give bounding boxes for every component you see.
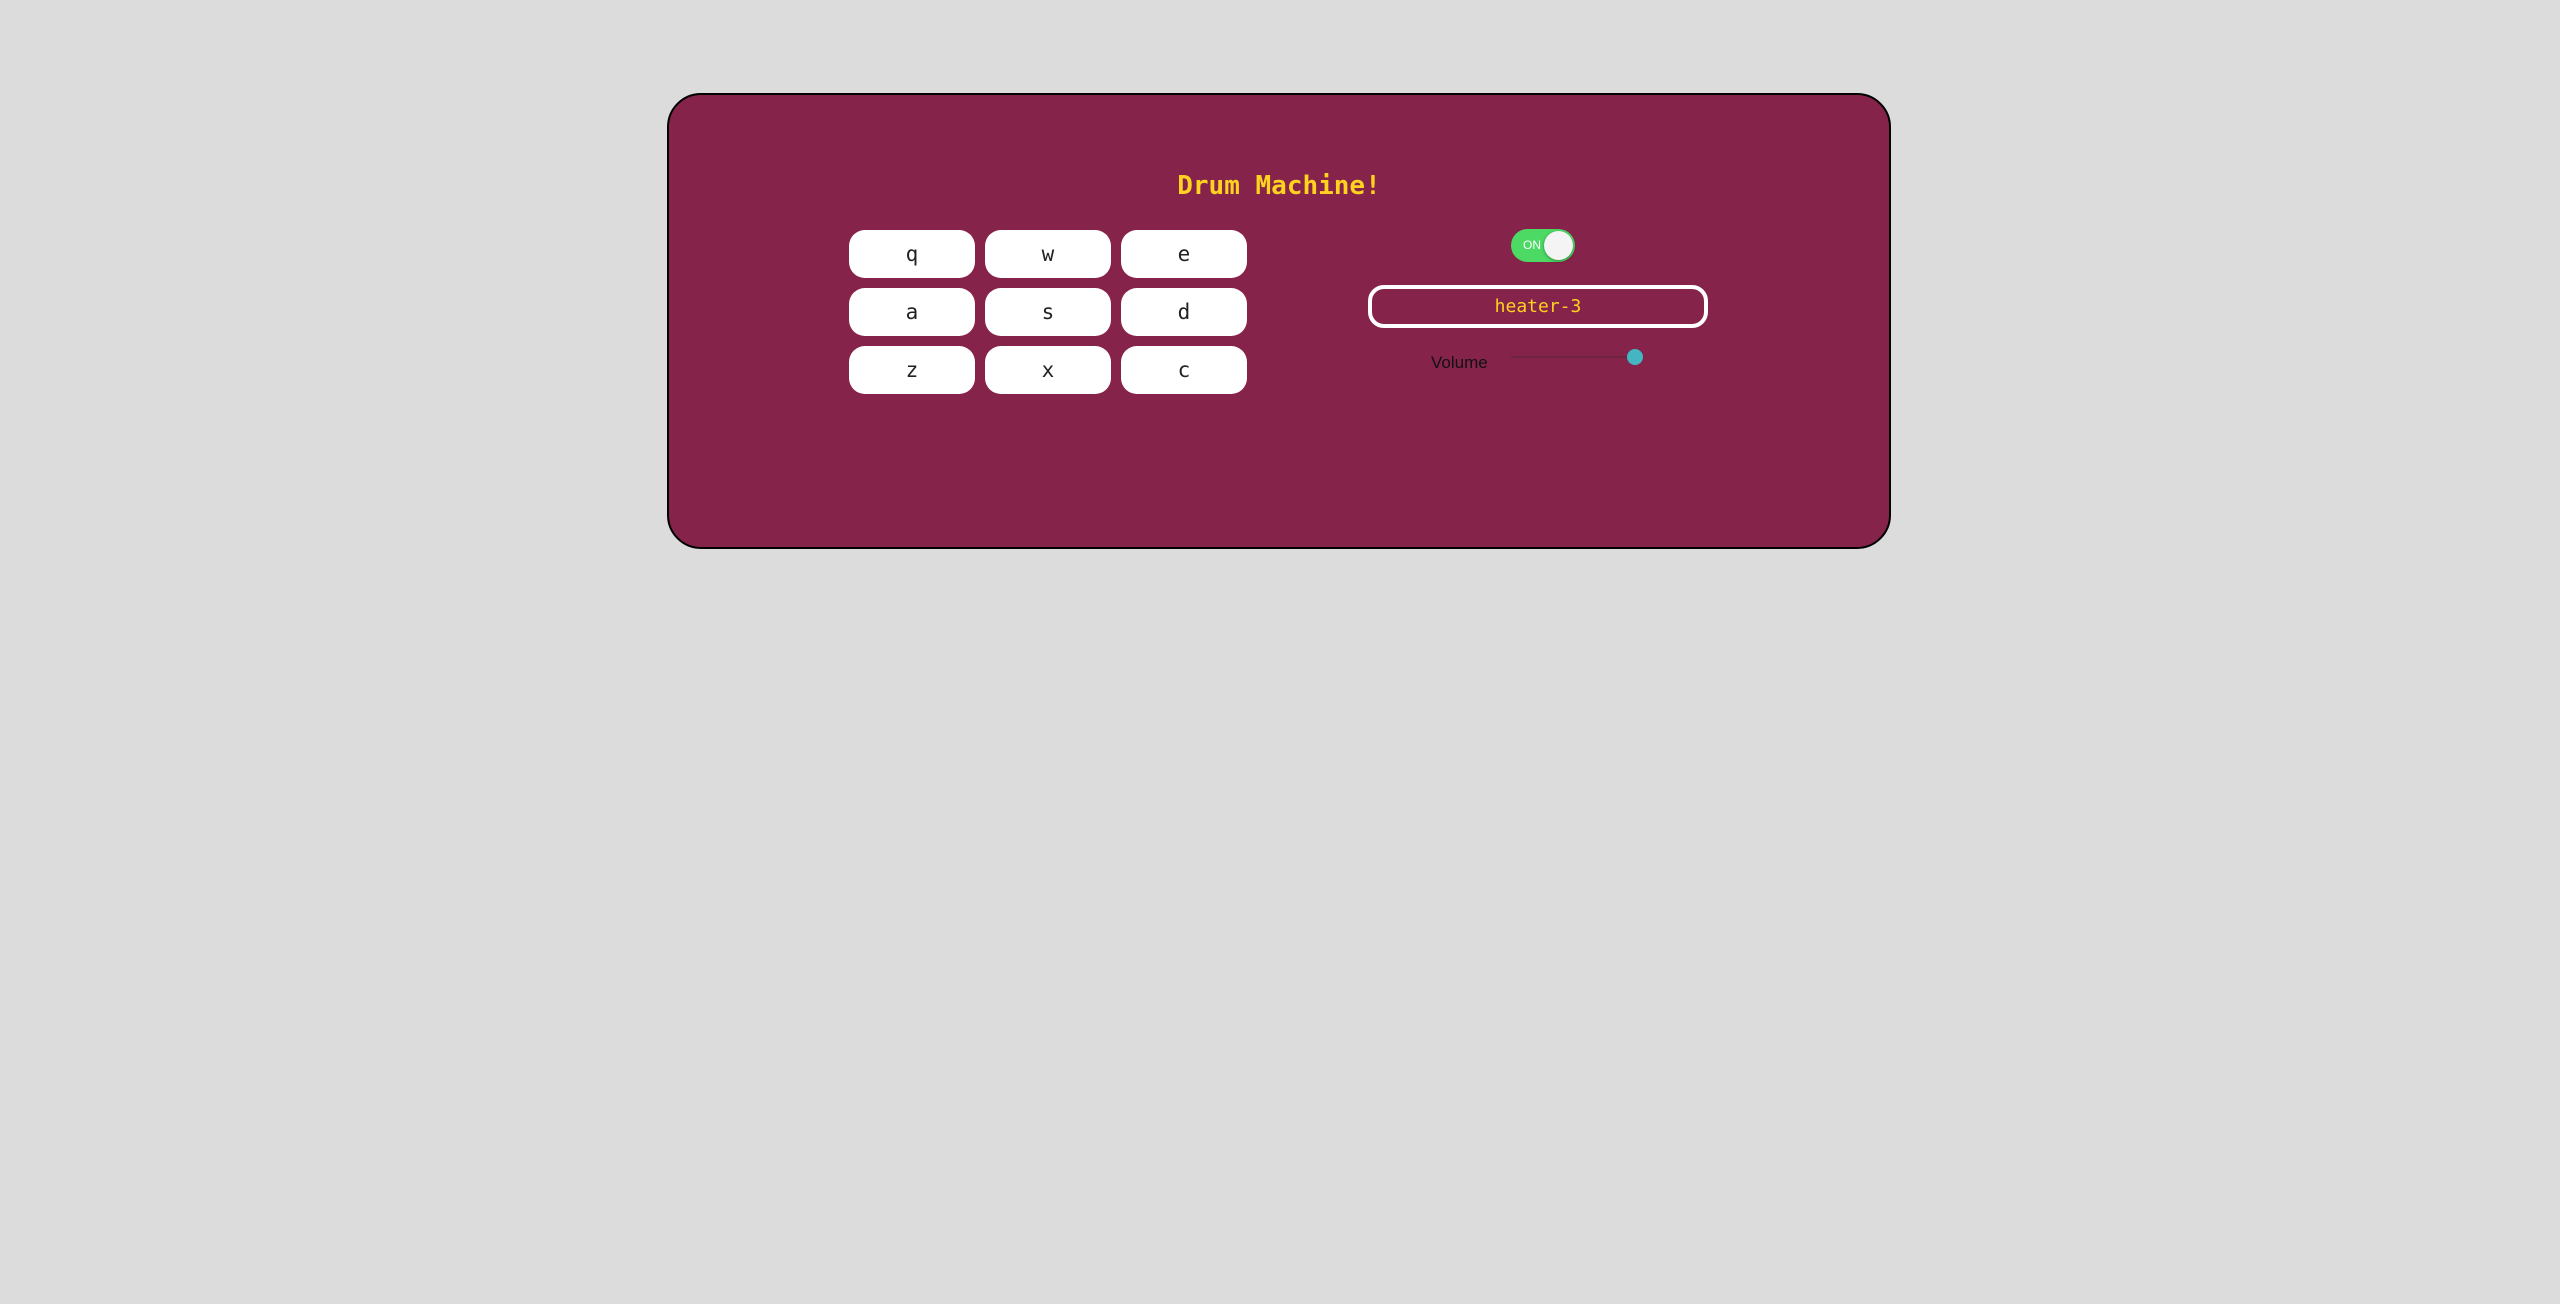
drum-pad-q[interactable]: q — [849, 230, 975, 278]
drum-pad-d[interactable]: d — [1121, 288, 1247, 336]
drum-pad-a[interactable]: a — [849, 288, 975, 336]
drum-machine: Drum Machine! q w e a s d z x c ON heate… — [667, 93, 1891, 549]
power-toggle-knob — [1544, 231, 1573, 260]
drum-pad-w[interactable]: w — [985, 230, 1111, 278]
sound-display: heater-3 — [1368, 285, 1708, 328]
drum-pad-z[interactable]: z — [849, 346, 975, 394]
power-toggle-label: ON — [1523, 238, 1541, 252]
volume-slider-thumb[interactable] — [1627, 349, 1643, 365]
drum-pad-s[interactable]: s — [985, 288, 1111, 336]
volume-slider[interactable] — [1511, 347, 1643, 367]
drum-pad-grid: q w e a s d z x c — [849, 230, 1255, 394]
power-toggle[interactable]: ON — [1511, 229, 1575, 262]
app-title: Drum Machine! — [1177, 171, 1381, 201]
volume-label: Volume — [1431, 353, 1488, 372]
drum-pad-x[interactable]: x — [985, 346, 1111, 394]
volume-slider-track — [1511, 356, 1635, 358]
drum-pad-c[interactable]: c — [1121, 346, 1247, 394]
drum-pad-e[interactable]: e — [1121, 230, 1247, 278]
